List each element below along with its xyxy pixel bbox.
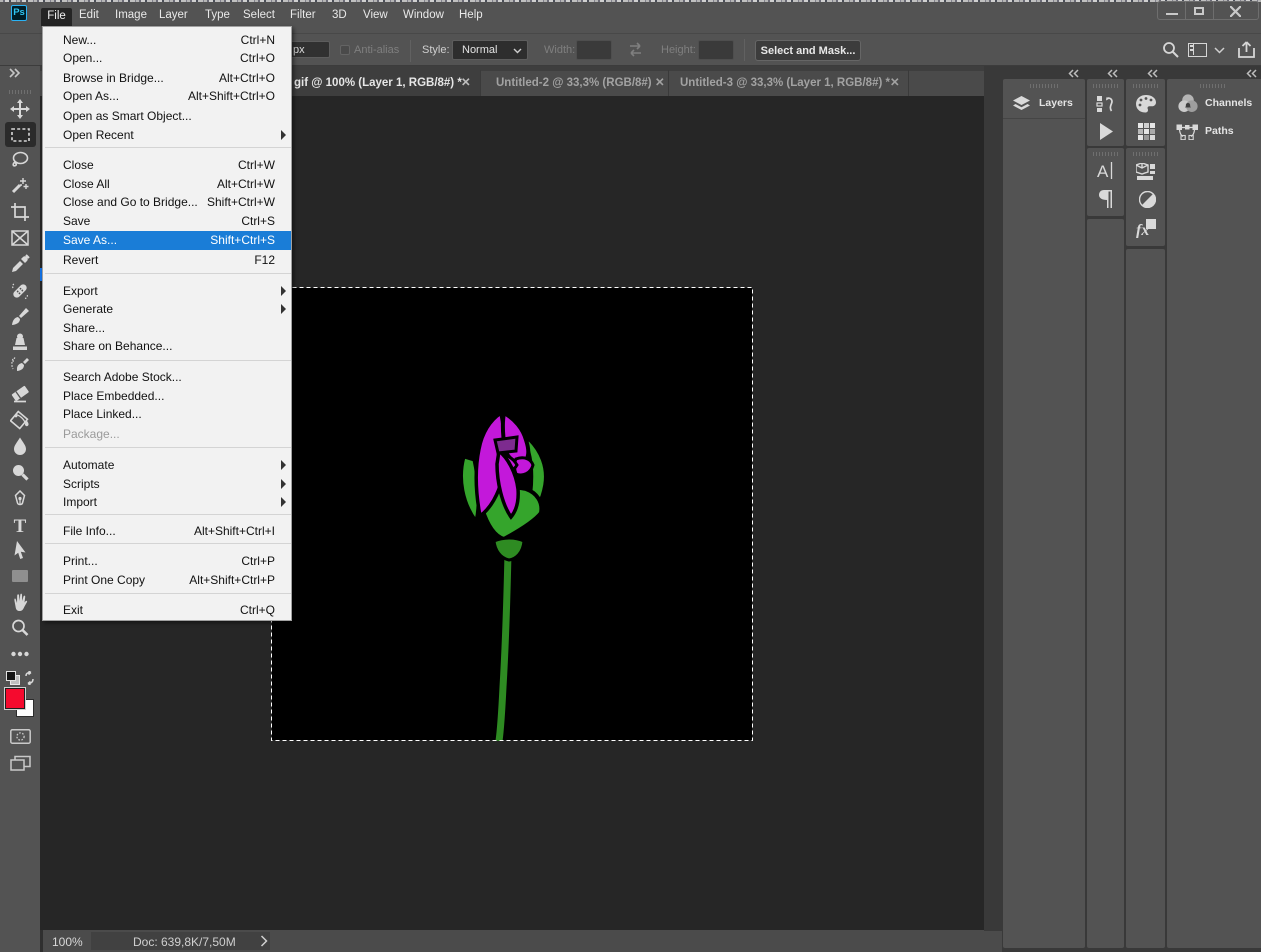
svg-text:A: A <box>1097 162 1109 179</box>
svg-text:T: T <box>14 516 27 536</box>
svg-text:fx: fx <box>1136 222 1149 238</box>
